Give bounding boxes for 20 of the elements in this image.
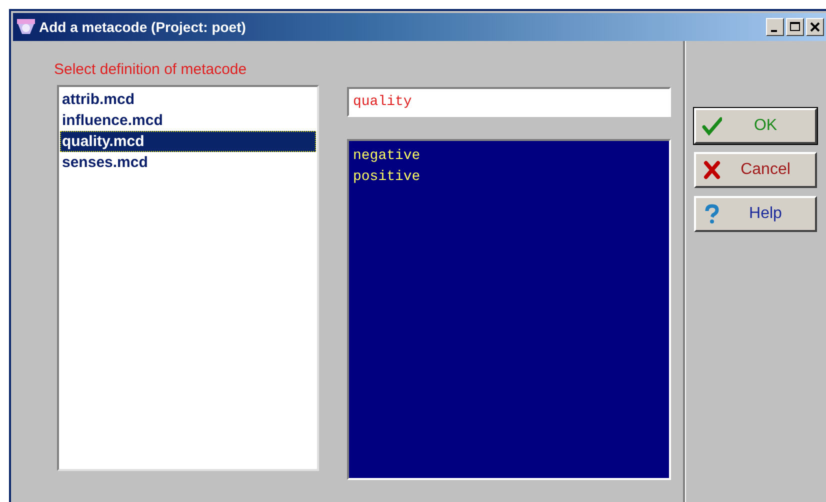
file-item[interactable]: attrib.mcd [60, 89, 316, 110]
check-icon [702, 116, 722, 136]
window-title: Add a metacode (Project: poet) [39, 19, 246, 35]
close-icon [810, 22, 820, 32]
file-item[interactable]: influence.mcd [60, 110, 316, 131]
maximize-button[interactable] [786, 18, 804, 36]
value-item[interactable]: positive [353, 167, 665, 188]
file-item[interactable]: quality.mcd [60, 131, 316, 152]
cancel-button[interactable]: Cancel [694, 152, 817, 188]
close-button[interactable] [806, 18, 824, 36]
file-item[interactable]: senses.mcd [60, 152, 316, 173]
cross-icon [702, 160, 722, 180]
metacode-field[interactable]: quality [347, 87, 671, 117]
app-icon [16, 18, 36, 36]
maximize-icon [790, 22, 800, 32]
minimize-button[interactable] [766, 18, 784, 36]
minimize-icon [770, 30, 776, 32]
value-item[interactable]: negative [353, 146, 665, 167]
list-label: Select definition of metacode [54, 61, 248, 80]
help-button[interactable]: Help [694, 196, 817, 232]
